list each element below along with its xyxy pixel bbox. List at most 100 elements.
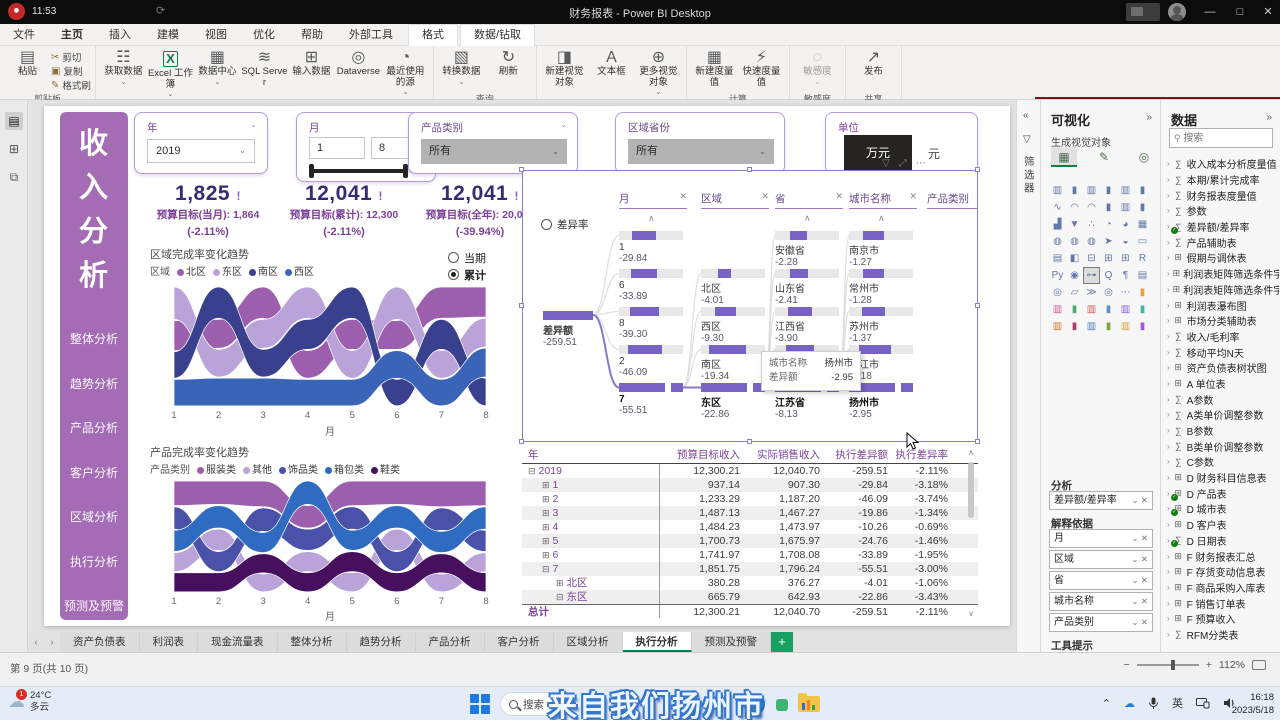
field-item-财务报表度量值[interactable]: › ∑ 财务报表度量值 <box>1165 187 1279 203</box>
zoom-slider[interactable] <box>1136 660 1199 670</box>
viz-icon-area-chart[interactable]: ◠ <box>1066 199 1083 216</box>
field-item-C参数[interactable]: › ∑ C参数 <box>1165 454 1279 470</box>
viz-icon-card[interactable]: ▭ <box>1134 233 1151 250</box>
field-item-本期/累计完成率[interactable]: › ∑ 本期/累计完成率 <box>1165 172 1279 188</box>
viz-icon-stacked-column-chart[interactable]: ▮ <box>1066 182 1083 199</box>
page-tab-整体分析[interactable]: 整体分析 <box>277 632 347 652</box>
maximize-button[interactable]: □ <box>1226 0 1254 24</box>
sidebar-item-产品分析[interactable]: 产品分析 <box>60 419 128 436</box>
sidebar-item-预测及预警[interactable]: 预测及预警 <box>60 597 128 614</box>
legend-item-东区[interactable]: 东区 <box>213 263 242 278</box>
tree-node-7[interactable]: 7 -55.51 <box>619 383 683 416</box>
table-row-北区[interactable]: ⊞ 北区 380.28 376.27 -4.01 -1.06% <box>522 576 978 590</box>
range-handle-left[interactable] <box>309 164 314 178</box>
legend-item-饰品类[interactable]: 饰品类 <box>279 461 318 476</box>
power-bi-file-icon[interactable] <box>798 693 820 712</box>
tree-node-8[interactable]: 8 -39.30 <box>619 307 683 340</box>
ribbon-button-更多视觉对象[interactable]: ⊕ 更多视觉对象 ⌄ <box>635 48 682 99</box>
model-view-icon[interactable]: ⧉ <box>5 168 23 186</box>
expand-collapse-icon[interactable]: ⊟ <box>528 466 536 476</box>
collapse-pane-icon[interactable]: » <box>1146 112 1152 123</box>
expand-collapse-icon[interactable]: ⊞ <box>542 522 550 532</box>
legend-item-北区[interactable]: 北区 <box>177 263 206 278</box>
legend-item-其他[interactable]: 其他 <box>243 461 272 476</box>
field-item-F 存货变动信息表[interactable]: › ⊞ F 存货变动信息表 <box>1165 564 1279 580</box>
tree-node-南区[interactable]: 南区 -19.34 <box>701 345 765 382</box>
viz-icon-custom-visual-2[interactable]: ▥ <box>1049 301 1066 318</box>
sidebar-item-区域分析[interactable]: 区域分析 <box>60 508 128 525</box>
field-item-利润表矩阵筛选条件字...[interactable]: ›⊞利润表矩阵筛选条件字... <box>1165 282 1279 298</box>
prev-page-arrow[interactable]: ‹ <box>28 632 44 652</box>
viz-icon-metrics[interactable]: ◎ <box>1100 284 1117 301</box>
field-item-B类单价调整参数[interactable]: › ∑ B类单价调整参数 <box>1165 438 1279 454</box>
sidebar-item-客户分析[interactable]: 客户分析 <box>60 464 128 481</box>
remove-level-icon[interactable]: ✕ <box>761 191 769 206</box>
viz-icon-custom-visual-4[interactable]: ▥ <box>1083 301 1100 318</box>
field-item-D 财务科目信息表[interactable]: › ⊞ D 财务科目信息表 <box>1165 470 1279 486</box>
viz-icon-decomposition-tree[interactable]: ⊶ <box>1083 267 1100 284</box>
viz-icon-power-apps[interactable]: ▱ <box>1066 284 1083 301</box>
minimize-button[interactable]: — <box>1196 0 1224 24</box>
ribbon-tab-主页[interactable]: 主页 <box>48 25 96 48</box>
format-visual-tab[interactable]: ✎ <box>1091 147 1117 167</box>
viz-icon-stacked-area-chart[interactable]: ◠ <box>1083 199 1100 216</box>
ribbon-button-格式刷[interactable]: ✎ 格式刷 <box>51 78 91 93</box>
table-row-总计[interactable]: 总计 12,300.21 12,040.70 -259.51 -2.11% <box>522 604 978 618</box>
page-tab-预测及预警[interactable]: 预测及预警 <box>691 632 771 652</box>
ribbon-tab-插入[interactable]: 插入 <box>96 25 144 46</box>
ribbon-button-新建度量值[interactable]: ▦ 新建度量值 <box>691 48 738 92</box>
tree-level-header-区域[interactable]: 区域 ✕ <box>701 191 769 209</box>
legend-item-西区[interactable]: 西区 <box>285 263 314 278</box>
viz-icon-custom-visual-5[interactable]: ▮ <box>1100 301 1117 318</box>
viz-icon-map[interactable]: ◍ <box>1049 233 1066 250</box>
chevron-down-icon[interactable]: ⌄ <box>250 120 257 129</box>
month-from-input[interactable]: 1 <box>309 137 365 159</box>
radio-累计[interactable]: 累计 <box>448 266 486 283</box>
field-item-D 日期表[interactable]: › ∑ ✓ D 日期表 <box>1165 533 1279 549</box>
data-view-icon[interactable]: ⊞ <box>5 140 23 158</box>
page-tab-区域分析[interactable]: 区域分析 <box>553 632 623 652</box>
field-controls[interactable]: ⌄ ✕ <box>1131 492 1148 509</box>
collapse-level-icon[interactable]: ∧ <box>804 213 811 224</box>
viz-icon-slicer[interactable]: ⊟ <box>1083 250 1100 267</box>
field-item-B参数[interactable]: › ∑ B参数 <box>1165 423 1279 439</box>
tree-node-1[interactable]: 1 -29.84 <box>619 231 683 264</box>
collapse-pane-icon[interactable]: » <box>1266 112 1272 123</box>
ribbon-button-Dataverse[interactable]: ◎ Dataverse <box>335 48 382 92</box>
viz-icon-custom-visual-6[interactable]: ▥ <box>1117 301 1134 318</box>
tree-node-西区[interactable]: 西区 -9.30 <box>701 307 765 344</box>
ribbon-button-转换数据[interactable]: ▧ 转换数据 ⌄ <box>438 48 485 92</box>
focus-mode-icon[interactable]: ⤢ <box>899 158 907 169</box>
tree-level-header-产品类别[interactable]: 产品类别✕ <box>927 191 977 209</box>
tree-level-header-月[interactable]: 月 ✕ <box>619 191 687 209</box>
field-item-A 单位表[interactable]: › ⊞ A 单位表 <box>1165 376 1279 392</box>
region-ribbon-chart[interactable] <box>162 286 498 408</box>
page-tab-趋势分析[interactable]: 趋势分析 <box>346 632 416 652</box>
product-dropdown[interactable]: 所有 ⌄ <box>421 139 567 164</box>
ribbon-tab-视图[interactable]: 视图 <box>192 25 240 46</box>
expand-collapse-icon[interactable]: ⊟ <box>556 592 564 602</box>
sidebar-item-执行分析[interactable]: 执行分析 <box>60 553 128 570</box>
ribbon-button-粘贴[interactable]: ▤ 粘贴 <box>4 48 51 92</box>
more-options-icon[interactable]: ⋯ <box>916 158 926 169</box>
devices-icon[interactable] <box>1196 697 1210 709</box>
field-item-D 城市表[interactable]: › ⊞ ✓ D 城市表 <box>1165 501 1279 517</box>
viz-icon-more-visuals[interactable]: ⋯ <box>1117 284 1134 301</box>
ribbon-button-获取数据[interactable]: ☷ 获取数据 ⌄ <box>100 48 147 92</box>
month-range-track[interactable] <box>309 164 423 178</box>
field-item-D 客户表[interactable]: › ⊞ D 客户表 <box>1165 517 1279 533</box>
field-item-资产负债表树状图[interactable]: › ⊞ 资产负债表树状图 <box>1165 360 1279 376</box>
viz-icon-funnel-chart[interactable]: ▼ <box>1066 216 1083 233</box>
user-avatar[interactable] <box>1168 3 1186 21</box>
ribbon-button-Excel-工作簿[interactable]: X Excel 工作簿 ⌄ <box>147 48 194 101</box>
viz-icon-ribbon-chart[interactable]: ▮ <box>1134 199 1151 216</box>
field-item-D 产品表[interactable]: › ⊞ ✓ D 产品表 <box>1165 485 1279 501</box>
field-item-利润表瀑布图[interactable]: › ⊞ 利润表瀑布图 <box>1165 297 1279 313</box>
ribbon-button-敏感度[interactable]: ◌ 敏感度 ⌄ <box>794 48 841 92</box>
viz-icon-100-stacked-bar-chart[interactable]: ▥ <box>1117 182 1134 199</box>
table-row-3[interactable]: ⊞ 3 1,487.13 1,467.27 -19.86 -1.34% <box>522 506 978 520</box>
sidebar-item-整体分析[interactable]: 整体分析 <box>60 330 128 347</box>
viz-icon-custom-visual-13[interactable]: ▮ <box>1134 318 1151 335</box>
tree-node-南京市[interactable]: 南京市 -1.27 <box>849 231 913 268</box>
page-tab-执行分析[interactable]: 执行分析 <box>622 632 692 652</box>
